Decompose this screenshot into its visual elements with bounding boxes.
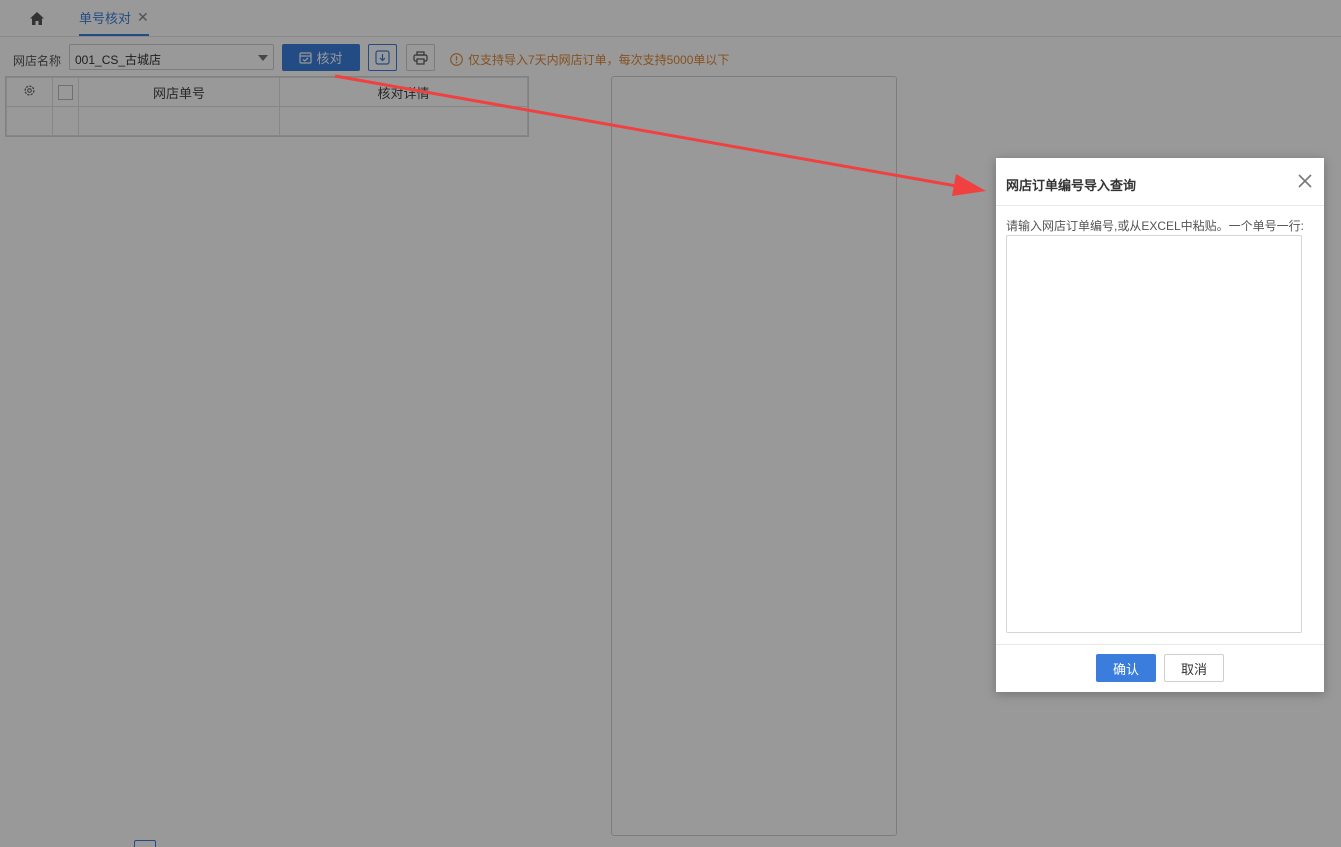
dialog-footer: 确认 取消: [996, 644, 1324, 693]
cancel-button[interactable]: 取消: [1164, 654, 1224, 682]
import-dialog: 网店订单编号导入查询 请输入网店订单编号,或从EXCEL中粘贴。一个单号一行: …: [996, 158, 1324, 692]
dialog-header: 网店订单编号导入查询: [996, 158, 1324, 206]
dialog-hint: 请输入网店订单编号,或从EXCEL中粘贴。一个单号一行:: [1006, 219, 1305, 233]
confirm-button[interactable]: 确认: [1096, 654, 1156, 682]
close-icon[interactable]: [1296, 172, 1314, 190]
dialog-title: 网店订单编号导入查询: [1006, 178, 1137, 193]
order-number-textarea[interactable]: [1006, 235, 1302, 633]
